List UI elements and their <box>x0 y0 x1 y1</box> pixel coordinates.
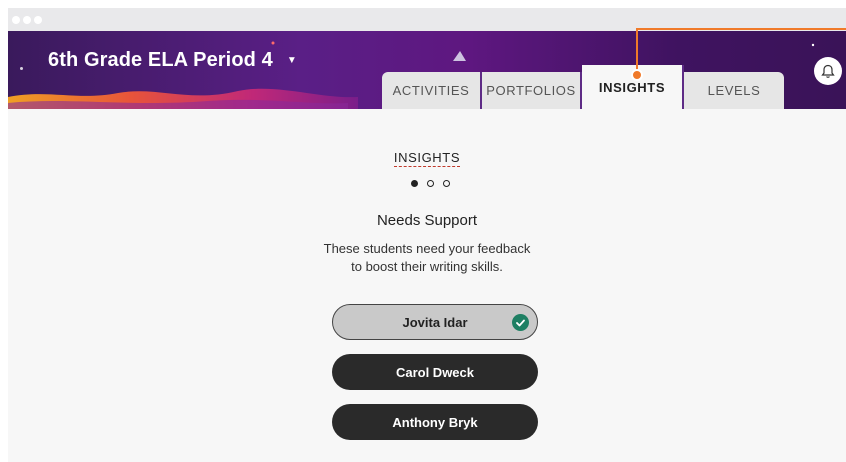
window-maximize-dot[interactable] <box>34 16 42 24</box>
student-name: Carol Dweck <box>395 364 475 380</box>
section-title: INSIGHTS <box>8 150 846 167</box>
tab-levels[interactable]: LEVELS <box>684 72 784 109</box>
pager-dot-active[interactable] <box>411 180 418 187</box>
callout-line <box>636 28 846 30</box>
tab-portfolios[interactable]: PORTFOLIOS <box>482 72 582 109</box>
window-minimize-dot[interactable] <box>23 16 31 24</box>
tab-activities[interactable]: ACTIVITIES <box>382 72 482 109</box>
chevron-down-icon: ▼ <box>286 55 297 66</box>
bell-icon <box>821 64 835 78</box>
main-tabs: ACTIVITIES PORTFOLIOS INSIGHTS LEVELS <box>382 65 784 109</box>
class-name: 6th Grade ELA Period 4 <box>48 49 273 71</box>
tab-label: INSIGHTS <box>598 79 666 95</box>
header-star-dot <box>20 67 23 70</box>
pager-dot[interactable] <box>443 180 450 187</box>
tab-label: LEVELS <box>707 83 761 98</box>
student-name: Jovita Idar <box>402 314 468 330</box>
section-title-text: INSIGHTS <box>393 150 461 167</box>
window-close-dot[interactable] <box>12 16 20 24</box>
student-button-jovita-idar[interactable]: Jovita Idar <box>332 304 538 340</box>
pager-dot[interactable] <box>427 180 434 187</box>
callout-marker <box>631 69 643 81</box>
card-description-line: to boost their writing skills. <box>351 259 503 274</box>
checkmark-icon <box>512 314 529 331</box>
student-button-carol-dweck[interactable]: Carol Dweck <box>332 354 538 390</box>
card-title: Needs Support <box>376 212 478 229</box>
insights-panel: INSIGHTS Needs Support These students ne… <box>8 109 846 462</box>
app-window: 6th Grade ELA Period 4 ▼ ACTIVITIES PORT… <box>8 8 846 462</box>
notifications-button[interactable] <box>814 57 842 85</box>
class-selector[interactable]: 6th Grade ELA Period 4 ▼ <box>48 49 297 72</box>
card-description-line: These students need your feedback <box>323 241 531 256</box>
callout-line <box>636 28 638 74</box>
class-header: 6th Grade ELA Period 4 ▼ ACTIVITIES PORT… <box>8 31 846 109</box>
tab-label: PORTFOLIOS <box>486 83 576 98</box>
carousel-pager <box>411 180 450 187</box>
card-description: These students need your feedback to boo… <box>8 240 846 276</box>
student-name: Anthony Bryk <box>392 414 478 430</box>
tab-label: ACTIVITIES <box>392 83 470 98</box>
student-button-anthony-bryk[interactable]: Anthony Bryk <box>332 404 538 440</box>
